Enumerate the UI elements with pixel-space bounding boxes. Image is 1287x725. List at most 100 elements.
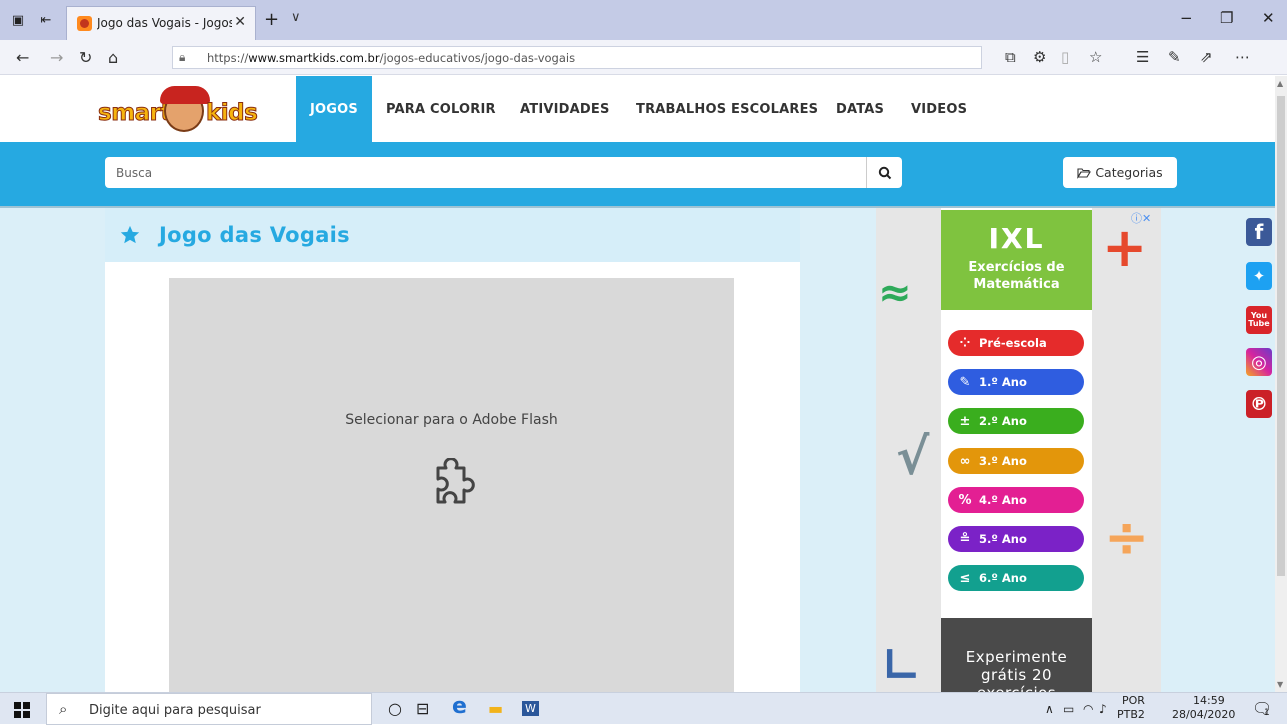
promo-line-2: grátis 20: [980, 666, 1053, 684]
battery-icon[interactable]: ▭: [1063, 702, 1074, 716]
notification-count: 1: [1264, 708, 1270, 718]
volume-icon[interactable]: ♪: [1099, 702, 1107, 716]
ad-choices-close-icon[interactable]: ⓘ✕: [1131, 210, 1151, 226]
menu-para-colorir[interactable]: PARA COLORIR: [372, 76, 510, 142]
facebook-icon[interactable]: f: [1246, 218, 1272, 246]
menu-trabalhos-escolares[interactable]: TRABALHOS ESCOLARES: [622, 76, 832, 142]
tray-expand-icon[interactable]: ∧: [1045, 702, 1054, 716]
reader-mode-icon[interactable]: ▯: [1061, 48, 1069, 66]
ad-deco-sqrt-icon: √: [896, 428, 930, 486]
promo-line-3: exercícios: [941, 684, 1092, 692]
pencil-cup-icon: ✎: [959, 374, 971, 390]
clock-time[interactable]: 14:59: [1193, 694, 1225, 707]
scroll-down-icon[interactable]: ▼: [1277, 680, 1283, 689]
minimize-button[interactable]: −: [1180, 9, 1193, 27]
promo-line-1: Experimente: [965, 648, 1068, 666]
star-icon: [120, 225, 140, 244]
instagram-icon[interactable]: ◎: [1246, 348, 1272, 376]
address-bar[interactable]: 🔒︎ https://www.smartkids.com.br/jogos-ed…: [172, 46, 982, 69]
pinterest-icon[interactable]: ℗: [1246, 390, 1272, 418]
grade-label: Pré-escola: [979, 336, 1047, 350]
forward-button[interactable]: →: [50, 48, 63, 67]
ad-header: IXL Exercícios de Matemática: [941, 210, 1092, 310]
tab-actions-icon[interactable]: ▣: [10, 12, 26, 28]
clock-date[interactable]: 28/04/2020: [1172, 708, 1235, 721]
taskbar-search[interactable]: ⌕ Digite aqui para pesquisar: [46, 693, 372, 725]
grade-label: 4.º Ano: [979, 493, 1027, 507]
favorite-star-icon[interactable]: ☆: [1089, 48, 1102, 66]
grade-1-button[interactable]: ✎ 1.º Ano: [948, 369, 1084, 395]
grade-preescola-button[interactable]: ⁘ Pré-escola: [948, 330, 1084, 356]
smartkids-logo[interactable]: smart kids: [97, 86, 273, 134]
search-input[interactable]: [105, 157, 868, 188]
cortana-icon[interactable]: ○: [388, 699, 402, 718]
youtube-icon[interactable]: You Tube: [1246, 306, 1272, 334]
scroll-up-icon[interactable]: ▲: [1277, 79, 1283, 88]
menu-atividades[interactable]: ATIVIDADES: [506, 76, 624, 142]
search-box: [105, 157, 868, 188]
refresh-button[interactable]: ↻: [79, 48, 92, 67]
wifi-icon[interactable]: ◠: [1083, 702, 1093, 716]
categories-button[interactable]: Categorias: [1063, 157, 1177, 188]
search-button[interactable]: [866, 157, 902, 188]
menu-jogos[interactable]: JOGOS: [296, 76, 372, 142]
percent-icon: %: [958, 492, 972, 508]
scrollbar-thumb[interactable]: [1277, 96, 1285, 576]
lock-icon: 🔒︎: [179, 50, 186, 64]
folder-open-icon: [1077, 167, 1092, 179]
ad-headline-2: Matemática: [973, 277, 1060, 292]
grade-label: 5.º Ano: [979, 532, 1027, 546]
reading-view-icon[interactable]: ⧉: [1005, 48, 1016, 66]
close-window-button[interactable]: ✕: [1262, 9, 1275, 27]
pen-icon[interactable]: ✎: [1168, 48, 1181, 66]
grade-5-button[interactable]: ≗ 5.º Ano: [948, 526, 1084, 552]
keyboard-layout[interactable]: PTB2: [1117, 708, 1145, 721]
browser-tab[interactable]: Jogo das Vogais - Jogos ✕: [66, 6, 256, 40]
extension-icon[interactable]: ⚙: [1033, 48, 1046, 66]
tab-list-button[interactable]: ∨: [291, 10, 301, 25]
tab-close-button[interactable]: ✕: [234, 14, 246, 30]
new-tab-button[interactable]: +: [264, 9, 279, 30]
share-icon[interactable]: ⇗: [1200, 48, 1213, 66]
favorites-list-icon[interactable]: ☰: [1136, 48, 1149, 66]
menu-videos[interactable]: VIDEOS: [897, 76, 981, 142]
home-button[interactable]: ⌂: [108, 48, 118, 67]
game-panel: Jogo das Vogais Selecionar para o Adobe …: [105, 208, 800, 692]
grade-label: 6.º Ano: [979, 571, 1027, 585]
flash-placeholder[interactable]: Selecionar para o Adobe Flash: [169, 278, 734, 692]
logo-text-kids: kids: [205, 100, 258, 127]
back-button[interactable]: ←: [16, 48, 29, 67]
task-view-icon[interactable]: ⊟: [416, 699, 429, 718]
ixl-logo: IXL: [988, 222, 1045, 255]
grade-label: 2.º Ano: [979, 414, 1027, 428]
dots-icon: ⁘: [959, 335, 971, 351]
grade-label: 1.º Ano: [979, 375, 1027, 389]
file-explorer-icon[interactable]: ▬: [488, 699, 503, 718]
ad-banner[interactable]: ≈ √ + ÷ ∟ IXL Exercícios de Matemática ⁘…: [876, 208, 1161, 692]
grade-3-button[interactable]: ∞ 3.º Ano: [948, 448, 1084, 474]
search-icon: ⌕: [59, 700, 68, 718]
menu-datas[interactable]: DATAS: [822, 76, 898, 142]
browser-titlebar: ▣ ⇤ Jogo das Vogais - Jogos ✕ + ∨ − ❐ ✕: [0, 0, 1287, 40]
edge-icon[interactable]: e: [452, 694, 467, 719]
tabs-aside-icon[interactable]: ⇤: [38, 12, 54, 28]
grade-4-button[interactable]: % 4.º Ano: [948, 487, 1084, 513]
windows-start-icon[interactable]: [14, 702, 30, 718]
more-menu-icon[interactable]: ⋯: [1235, 48, 1250, 66]
taskbar-search-placeholder: Digite aqui para pesquisar: [89, 703, 261, 718]
maximize-button[interactable]: ❐: [1220, 9, 1233, 27]
page-scrollbar[interactable]: ▲ ▼: [1275, 76, 1287, 692]
language-indicator[interactable]: POR: [1122, 694, 1145, 707]
windows-taskbar: ⌕ Digite aqui para pesquisar ○ ⊟ e ▬ W ∧…: [0, 692, 1287, 725]
grade-6-button[interactable]: ≤6.º Ano: [948, 565, 1084, 591]
logo-text-smart: smart: [97, 100, 172, 127]
ad-deco-divide-icon: ÷: [1104, 506, 1150, 569]
page-title: Jogo das Vogais: [159, 223, 350, 247]
logo-hat-icon: [160, 86, 210, 104]
grade-label: 3.º Ano: [979, 454, 1027, 468]
ad-promo[interactable]: Experimente grátis 20 exercícios: [941, 618, 1092, 692]
scale-icon: ≗: [959, 531, 971, 547]
twitter-icon[interactable]: ✦: [1246, 262, 1272, 290]
word-icon[interactable]: W: [522, 701, 539, 716]
grade-2-button[interactable]: ±2.º Ano: [948, 408, 1084, 434]
